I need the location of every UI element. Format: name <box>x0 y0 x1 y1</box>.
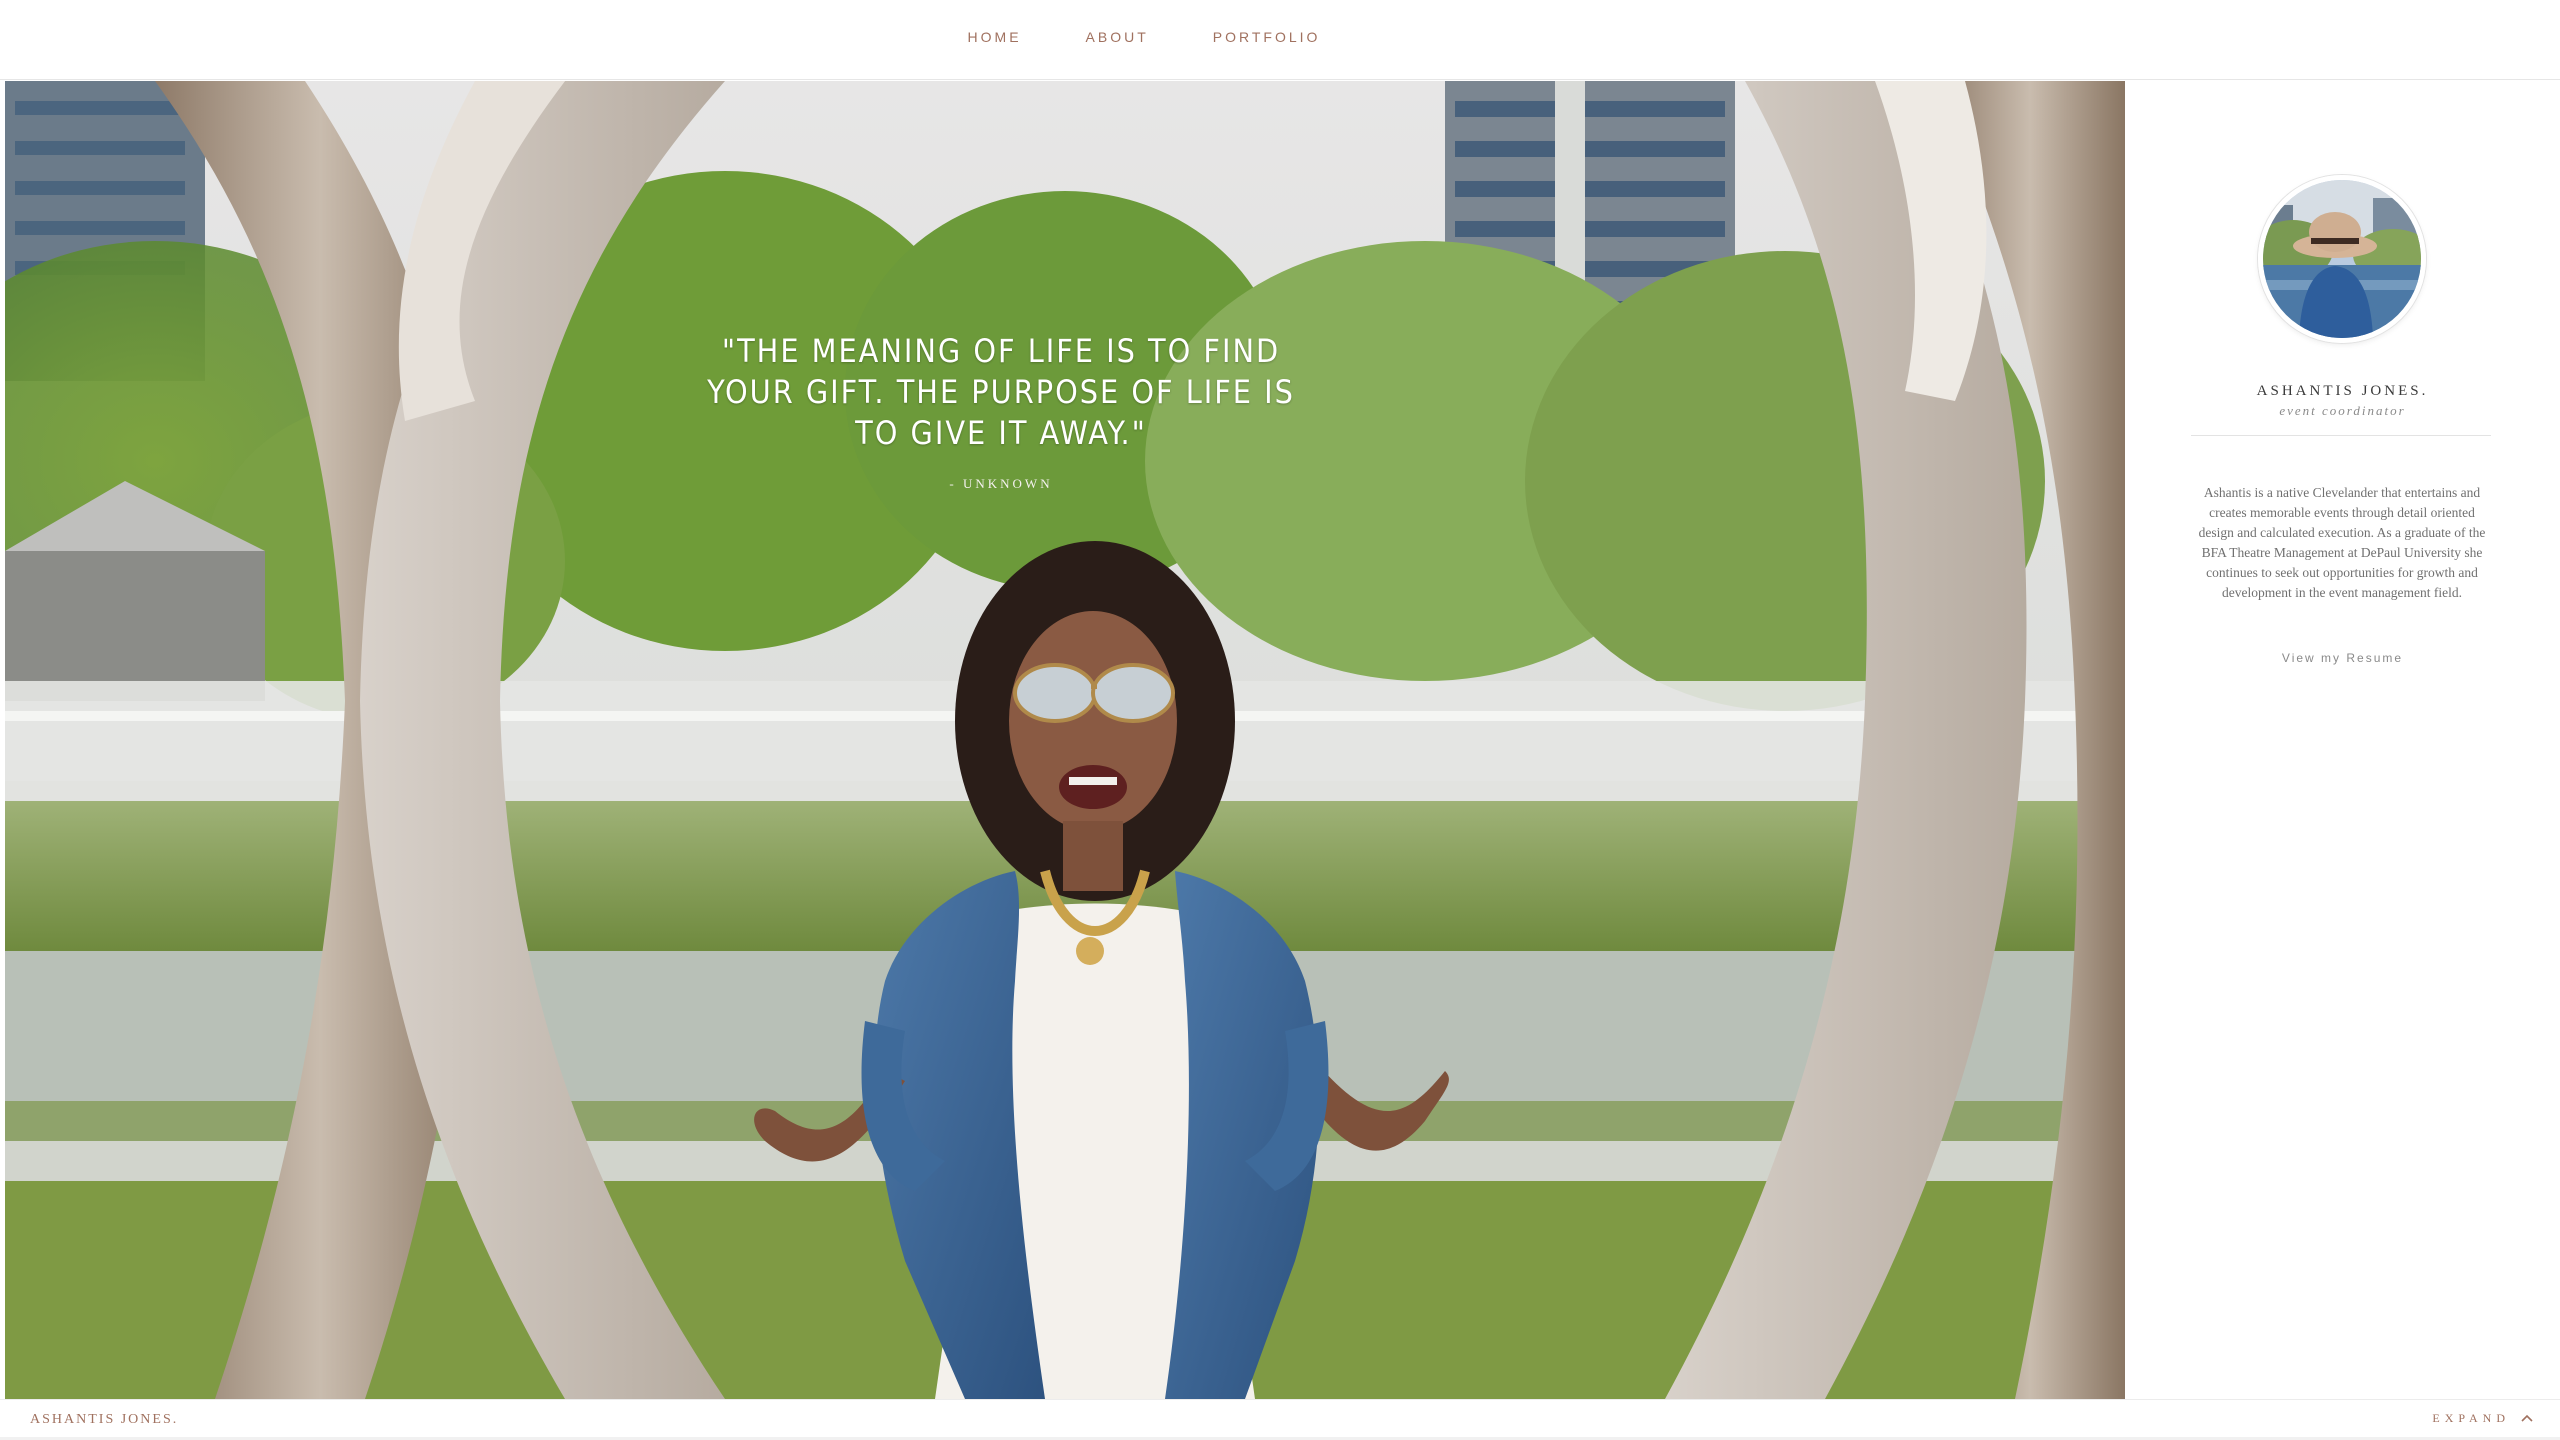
top-navigation: HOME ABOUT PORTFOLIO <box>0 0 2560 80</box>
nav-link-about[interactable]: ABOUT <box>1086 29 1149 45</box>
divider <box>2191 435 2491 436</box>
nav-link-home[interactable]: HOME <box>968 29 1022 45</box>
profile-role: event coordinator <box>2279 403 2406 418</box>
profile-panel: ASHANTIS JONES. event coordinator Ashant… <box>2125 81 2560 1399</box>
resume-link[interactable]: View my Resume <box>2125 651 2560 665</box>
hero-quote: "THE MEANING OF LIFE IS TO FIND YOUR GIF… <box>691 331 1311 492</box>
footer-bar: ASHANTIS JONES. EXPAND <box>0 1399 2560 1440</box>
quote-text: "THE MEANING OF LIFE IS TO FIND YOUR GIF… <box>707 332 1295 452</box>
chevron-up-icon <box>2521 1414 2533 1422</box>
hero-section: "THE MEANING OF LIFE IS TO FIND YOUR GIF… <box>5 81 2125 1399</box>
hero-photo <box>5 81 2125 1399</box>
nav-link-portfolio[interactable]: PORTFOLIO <box>1213 29 1321 45</box>
expand-label: EXPAND <box>2432 1411 2510 1425</box>
expand-button[interactable]: EXPAND <box>2432 1411 2534 1426</box>
footer-brand[interactable]: ASHANTIS JONES. <box>30 1412 178 1428</box>
avatar <box>2258 175 2426 343</box>
profile-bio: Ashantis is a native Clevelander that en… <box>2198 484 2486 600</box>
avatar-photo <box>2263 180 2421 338</box>
nav-links: HOME ABOUT PORTFOLIO <box>968 29 1321 45</box>
profile-name: ASHANTIS JONES. <box>2256 383 2429 399</box>
quote-author: - UNKNOWN <box>949 476 1053 491</box>
